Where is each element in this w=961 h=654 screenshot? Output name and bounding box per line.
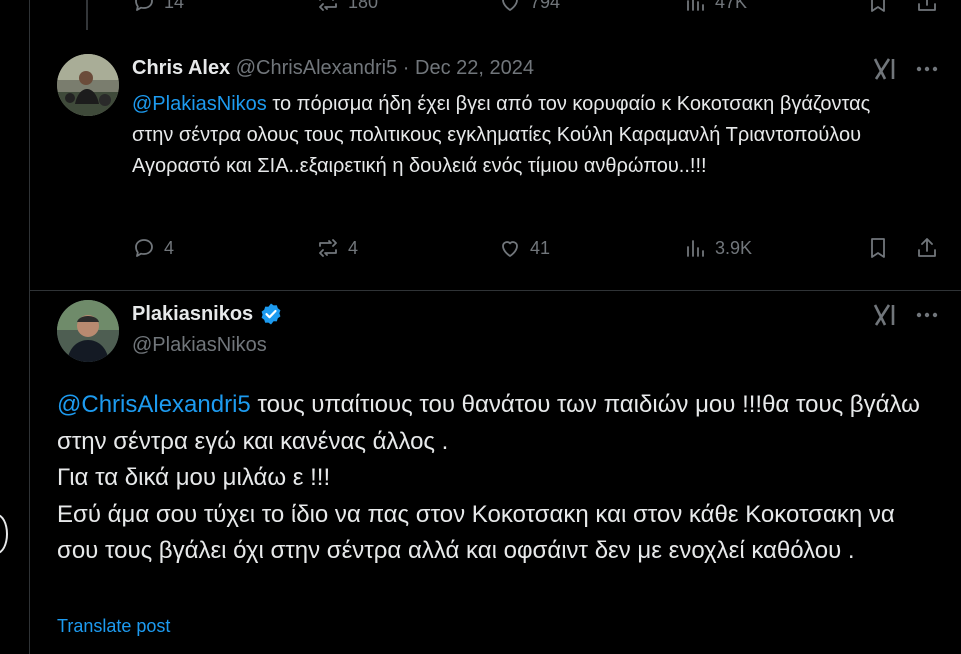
main-tweet-text: @ChrisAlexandri5 τους υπαίτιους του θανά… [57,387,937,570]
author-name[interactable]: Chris Alex [132,57,230,79]
translate-post-link[interactable]: Translate post [57,616,170,637]
views-icon [687,240,704,257]
repost-count: 4 [348,237,359,258]
like-action[interactable]: 41 [498,236,550,260]
verified-badge-icon [261,303,281,325]
reply-count: 4 [164,237,175,258]
author-name[interactable]: Plakiasnikos [132,303,253,326]
views-icon [687,0,704,11]
mention-link[interactable]: @ChrisAlexandri5 [57,391,251,418]
share-icon [918,238,936,257]
repost-action[interactable]: 180 [316,0,378,14]
avatar[interactable] [57,300,119,362]
tweet-date[interactable]: Dec 22, 2024 [415,57,534,79]
reply-tweet-text: @PlakiasNikos το πόρισμα ήδη έχει βγει α… [132,89,902,182]
like-count: 41 [530,237,551,258]
grok-button[interactable] [871,302,897,328]
views-count: 47K [715,0,748,12]
main-tweet-header: Plakiasnikos [132,302,283,326]
share-button[interactable] [915,0,939,19]
repost-action[interactable]: 4 [316,236,358,260]
avatar-photo [57,54,119,116]
main-text-line-1: @ChrisAlexandri5 τους υπαίτιους του θανά… [57,387,937,460]
more-options-button[interactable] [914,56,940,82]
share-icon [918,0,936,11]
views-count: 3.9K [715,237,753,258]
reply-action[interactable]: 14 [132,0,184,14]
main-text-line-3: Εσύ άμα σου τύχει το ίδιο να πας στον Κο… [57,500,895,565]
like-icon [502,0,518,11]
grok-button[interactable] [871,56,897,82]
views-action[interactable]: 47K [683,0,747,14]
like-action[interactable]: 794 [498,0,560,14]
mention-link[interactable]: @PlakiasNikos [132,93,267,115]
repost-icon [319,0,337,11]
like-icon [502,241,518,257]
reply-tweet-header: Chris Alex @ChrisAlexandri5 · Dec 22, 20… [132,57,534,80]
repost-icon [319,239,337,257]
more-options-button[interactable] [914,302,940,328]
tweet-divider [30,290,961,291]
bookmark-button[interactable] [866,236,890,265]
repost-count: 180 [348,0,379,12]
like-count: 794 [530,0,561,12]
more-icon [916,66,938,72]
avatar-photo [57,300,119,362]
reply-action[interactable]: 4 [132,236,174,260]
thread-connector-line [86,0,88,30]
bookmark-icon [871,238,885,258]
more-icon [916,312,938,318]
bookmark-icon [871,0,885,12]
avatar[interactable] [57,54,119,116]
share-button[interactable] [915,236,939,265]
author-handle[interactable]: @PlakiasNikos [132,334,267,357]
author-handle[interactable]: @ChrisAlexandri5 [236,57,397,79]
grok-icon [873,58,895,80]
reply-icon [135,0,153,11]
partial-scroll-indicator [0,514,8,554]
bookmark-button[interactable] [866,0,890,19]
views-action[interactable]: 3.9K [683,236,752,260]
grok-icon [873,304,895,326]
timeline-left-border [29,0,30,654]
header-separator: · [402,57,410,79]
main-text-line-2: Για τα δικά μου μιλάω ε !!! [57,464,331,491]
reply-count: 14 [164,0,185,12]
reply-icon [135,239,153,257]
